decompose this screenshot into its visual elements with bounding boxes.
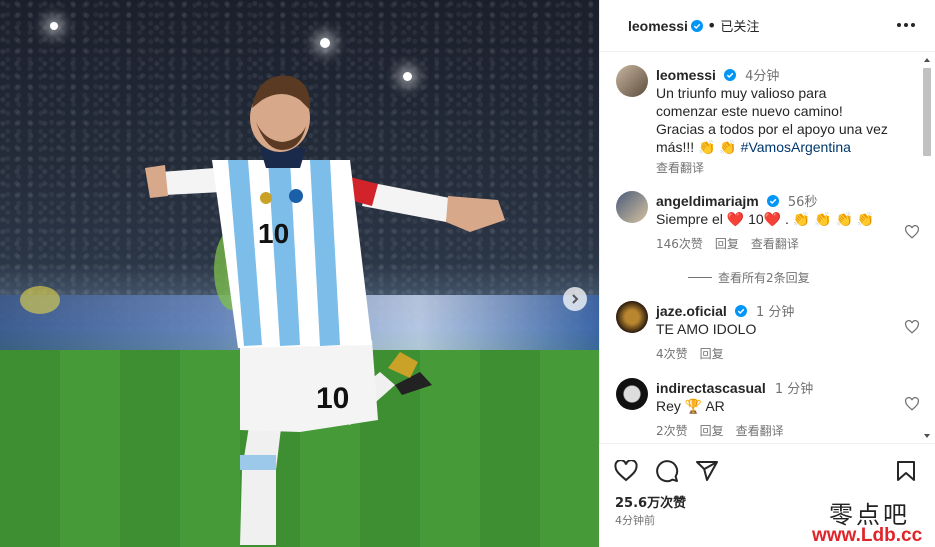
comment-username[interactable]: angeldimariajm	[656, 193, 759, 209]
comment-likes[interactable]: 4次赞	[656, 347, 688, 361]
post-image[interactable]: 10 10	[0, 0, 599, 547]
see-translation-link[interactable]: 查看翻译	[751, 237, 799, 251]
watermark-url: www.Ldb.cc	[812, 525, 923, 546]
comment-username[interactable]: jaze.oficial	[656, 303, 727, 319]
commenter-avatar[interactable]	[616, 301, 648, 333]
author-username[interactable]: leomessi	[628, 18, 688, 34]
comment-bubble-icon[interactable]	[655, 459, 679, 483]
comment-likes[interactable]: 2次赞	[656, 424, 688, 438]
chevron-right-icon	[572, 294, 579, 304]
commenter-avatar[interactable]	[616, 378, 648, 410]
player-illustration: 10 10	[20, 75, 505, 545]
caption-text: Un triunfo muy valioso para comenzar est…	[656, 85, 888, 155]
comments-scroll-area[interactable]: leomessi 4分钟 Un triunfo muy valioso para…	[600, 53, 920, 443]
comment-likes[interactable]: 146次赞	[656, 237, 703, 251]
comment-item: indirectascasual 1 分钟 Rey 🏆 AR 2次赞 回复 查看翻译	[600, 378, 920, 439]
replies-line	[688, 277, 712, 278]
comment-item: angeldimariajm 56秒 Siempre el ❤️ 10❤️ . …	[600, 191, 920, 286]
svg-text:10: 10	[258, 218, 289, 249]
likes-count[interactable]: 25.6万次赞	[615, 492, 686, 511]
like-comment-icon[interactable]	[904, 225, 920, 239]
reply-link[interactable]: 回复	[700, 424, 724, 438]
commenter-avatar[interactable]	[616, 191, 648, 223]
author-avatar[interactable]	[616, 65, 648, 97]
next-image-button[interactable]	[563, 287, 587, 311]
separator-dot: •	[706, 16, 717, 35]
comments-scrollbar[interactable]	[922, 56, 932, 440]
post-header: leomessi • 已关注	[600, 0, 935, 52]
reply-link[interactable]: 回复	[715, 237, 739, 251]
like-comment-icon[interactable]	[904, 320, 920, 334]
like-heart-icon[interactable]	[614, 460, 638, 482]
save-bookmark-icon[interactable]	[896, 460, 916, 482]
see-translation-link[interactable]: 查看翻译	[656, 161, 704, 175]
caption-username[interactable]: leomessi	[656, 67, 716, 83]
comment-text: TE AMO IDOLO	[656, 321, 757, 337]
svg-text:10: 10	[316, 382, 349, 415]
see-translation-link[interactable]: 查看翻译	[736, 424, 784, 438]
like-comment-icon[interactable]	[904, 397, 920, 411]
more-options-icon[interactable]	[897, 22, 915, 28]
caption-time: 4分钟	[745, 69, 780, 84]
scrollbar-track	[923, 58, 931, 438]
comment-time: 56秒	[787, 195, 818, 210]
verified-badge-icon	[766, 195, 779, 207]
comment-time: 1 分钟	[774, 382, 814, 397]
post-timestamp: 4分钟前	[615, 514, 655, 527]
comment-text: Siempre el ❤️ 10❤️ . 👏 👏 👏 👏	[656, 211, 875, 227]
view-replies-link[interactable]: 查看所有2条回复	[718, 271, 810, 285]
caption: leomessi 4分钟 Un triunfo muy valioso para…	[600, 65, 920, 176]
following-button[interactable]: 已关注	[720, 16, 759, 35]
verified-badge-icon	[724, 69, 737, 81]
comment-username[interactable]: indirectascasual	[656, 380, 766, 396]
share-send-icon[interactable]	[695, 459, 719, 483]
comment-time: 1 分钟	[756, 305, 795, 320]
comment-item: jaze.oficial 1 分钟 TE AMO IDOLO 4次赞 回复	[600, 301, 920, 362]
comment-text: Rey 🏆 AR	[656, 398, 725, 414]
verified-badge-icon	[734, 305, 747, 317]
hashtag-link[interactable]: #VamosArgentina	[741, 139, 851, 155]
verified-badge-icon	[690, 19, 703, 32]
reply-link[interactable]: 回复	[700, 347, 724, 361]
